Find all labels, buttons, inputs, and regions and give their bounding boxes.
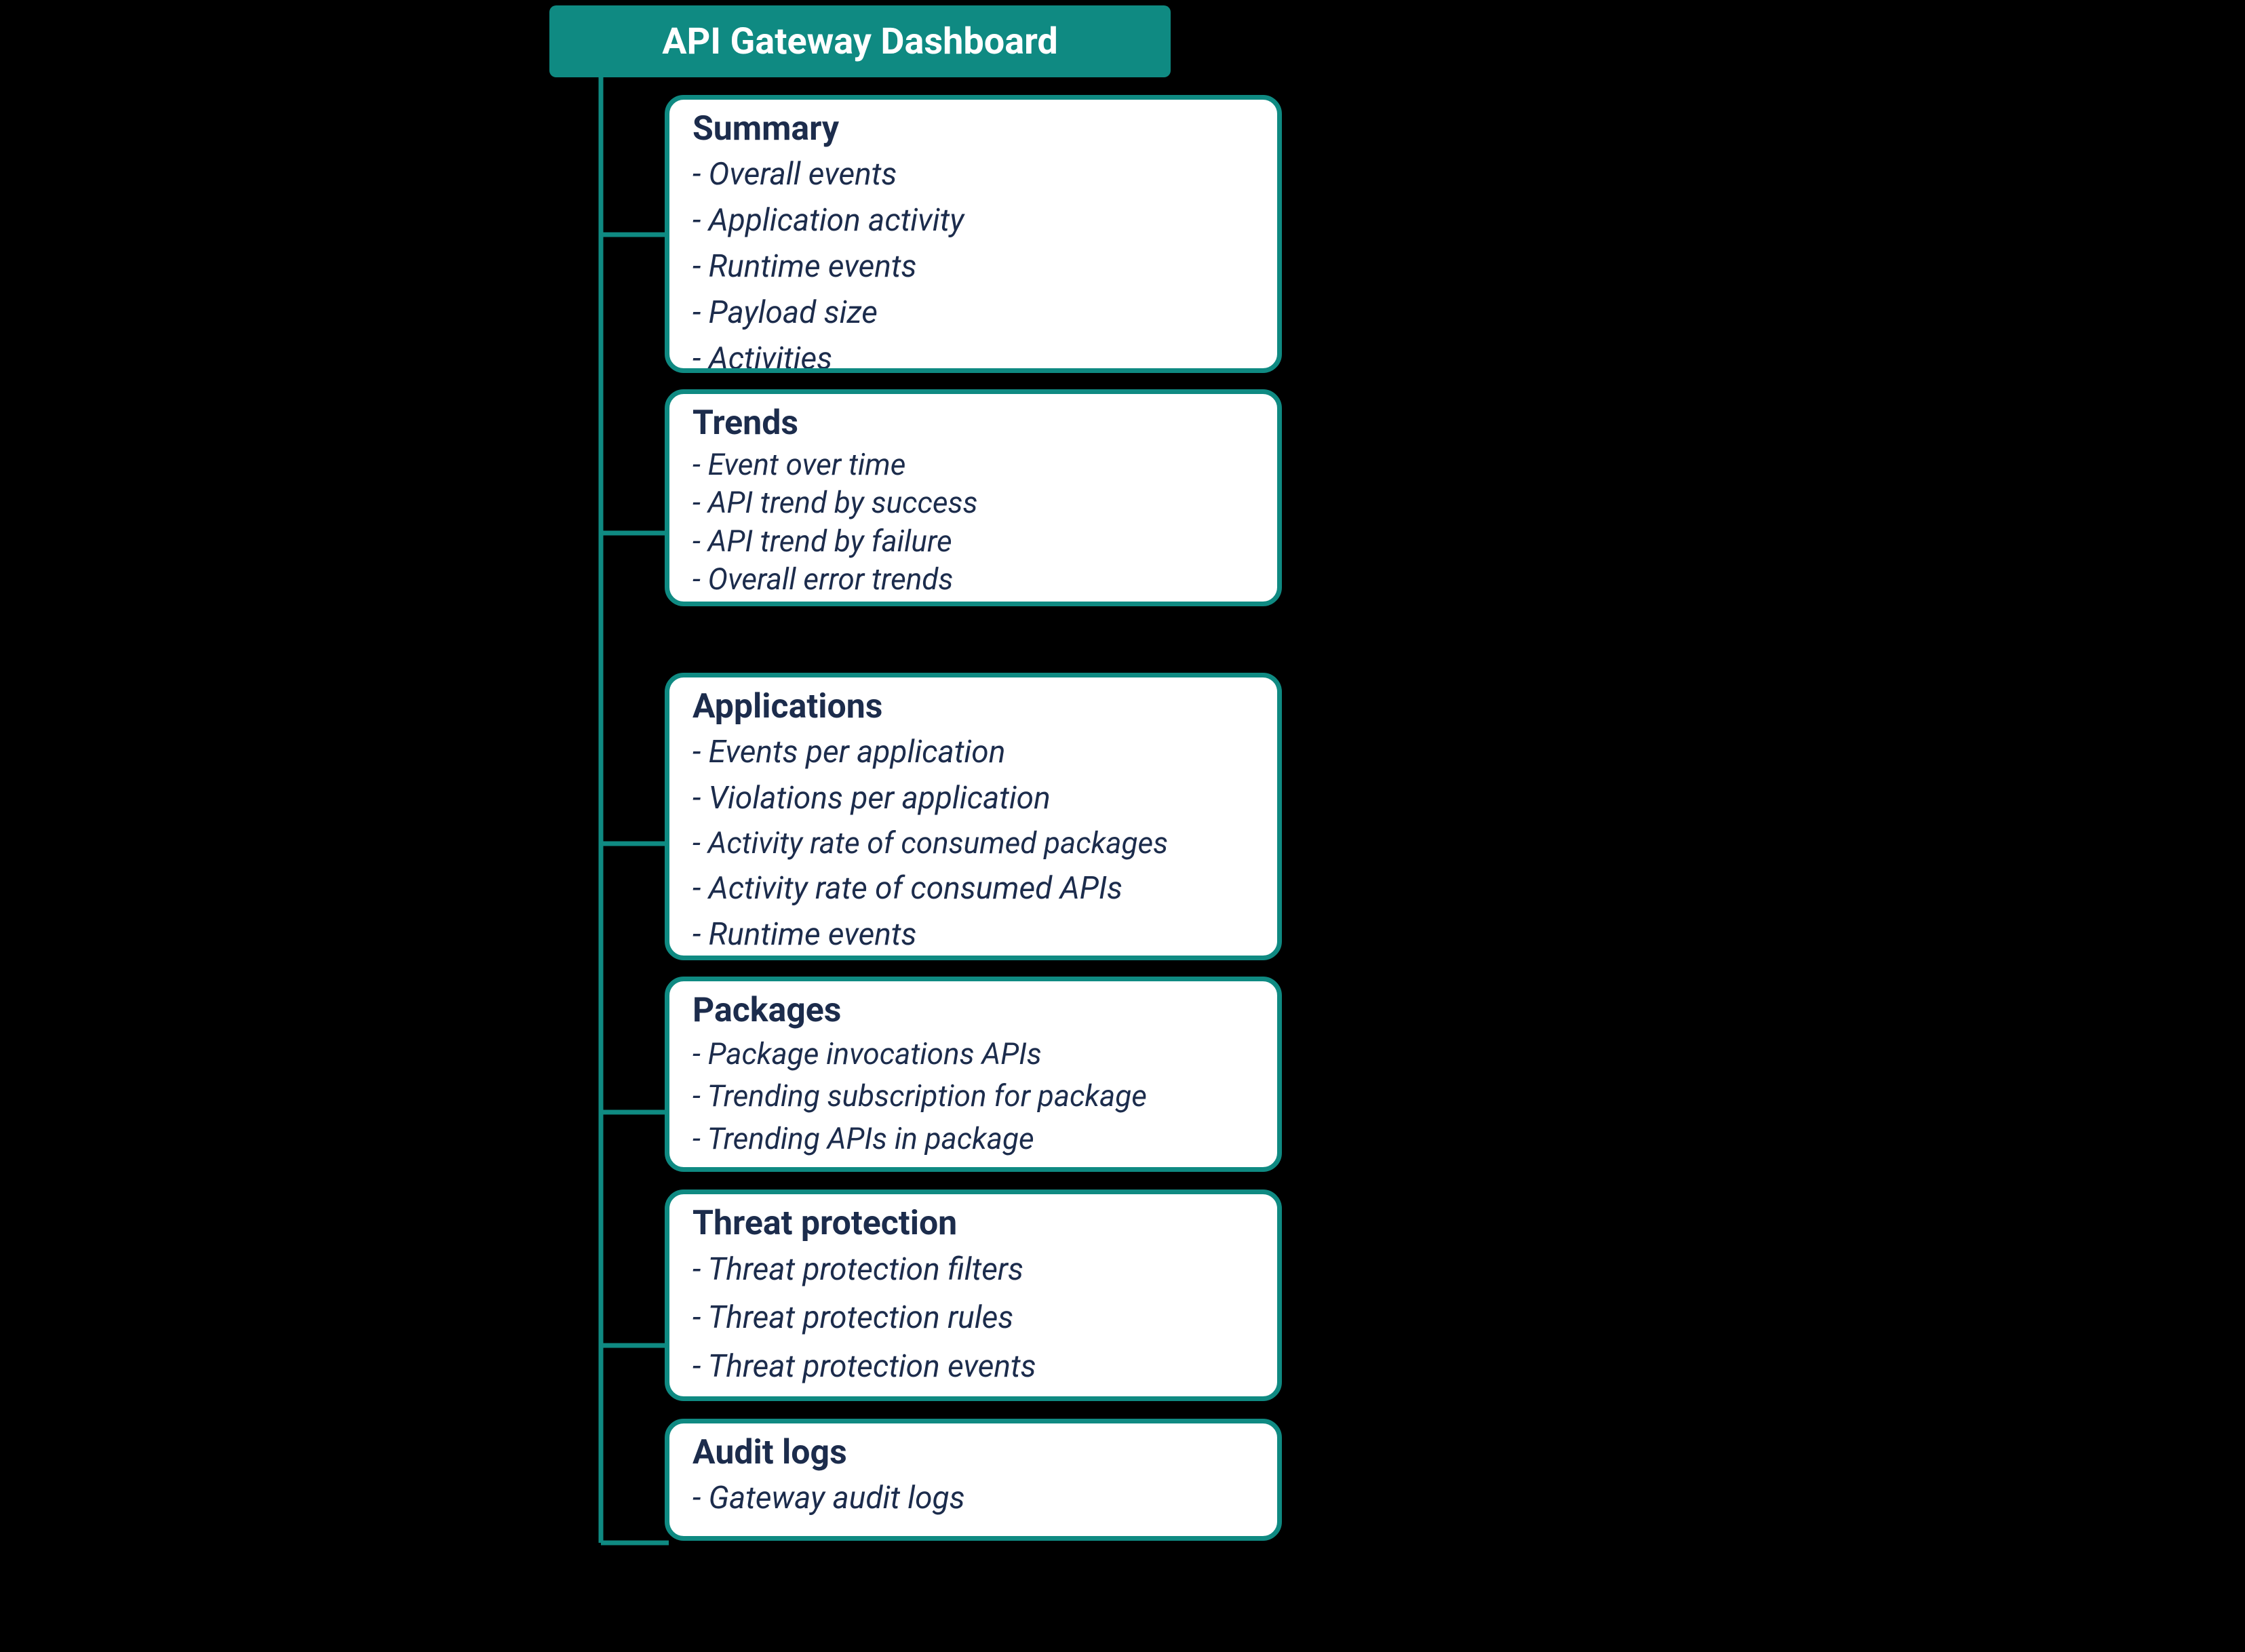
node-trends-title: Trends bbox=[692, 404, 1254, 443]
node-packages-item: - Trending subscription for package bbox=[692, 1075, 1254, 1117]
node-applications-item: - Activity rate of consumed APIs bbox=[692, 865, 1254, 911]
root-title: API Gateway Dashboard bbox=[662, 20, 1058, 63]
node-trends-item: - API trend by success bbox=[692, 484, 1254, 522]
node-trends-item: - API trend by failure bbox=[692, 522, 1254, 560]
node-summary-title: Summary bbox=[692, 109, 1254, 149]
node-threat-protection: Threat protection - Threat protection fi… bbox=[665, 1189, 1282, 1401]
node-threat-title: Threat protection bbox=[692, 1204, 1254, 1243]
node-audit-logs: Audit logs - Gateway audit logs bbox=[665, 1419, 1282, 1541]
node-summary: Summary - Overall events - Application a… bbox=[665, 95, 1282, 373]
node-summary-item: - Runtime events bbox=[692, 243, 1254, 290]
node-summary-item: - Application activity bbox=[692, 197, 1254, 243]
node-audit-title: Audit logs bbox=[692, 1433, 1254, 1472]
node-audit-item: - Gateway audit logs bbox=[692, 1475, 1254, 1522]
node-packages: Packages - Package invocations APIs - Tr… bbox=[665, 977, 1282, 1172]
node-summary-item: - Payload size bbox=[692, 290, 1254, 336]
node-applications-item: - Violations per application bbox=[692, 775, 1254, 821]
node-applications: Applications - Events per application - … bbox=[665, 673, 1282, 960]
node-summary-item: - Overall events bbox=[692, 151, 1254, 197]
node-trends-item: - Event over time bbox=[692, 446, 1254, 484]
node-packages-title: Packages bbox=[692, 991, 1254, 1030]
node-trends-item: - Overall error trends bbox=[692, 560, 1254, 598]
node-packages-item: - Trending APIs in package bbox=[692, 1118, 1254, 1160]
node-threat-item: - Threat protection events bbox=[692, 1343, 1254, 1391]
node-threat-item: - Threat protection filters bbox=[692, 1246, 1254, 1294]
node-trends: Trends - Event over time - API trend by … bbox=[665, 389, 1282, 606]
root-node: API Gateway Dashboard bbox=[549, 5, 1171, 77]
node-applications-item: - Activity rate of consumed packages bbox=[692, 821, 1254, 865]
node-applications-title: Applications bbox=[692, 687, 1254, 726]
node-packages-item: - Package invocations APIs bbox=[692, 1033, 1254, 1075]
node-applications-item: - Events per application bbox=[692, 729, 1254, 775]
node-applications-item: - Runtime events bbox=[692, 911, 1254, 958]
node-summary-item: - Activities bbox=[692, 336, 1254, 373]
node-threat-item: - Threat protection rules bbox=[692, 1294, 1254, 1342]
diagram-canvas: API Gateway Dashboard Summary - Overall … bbox=[0, 0, 2245, 1652]
